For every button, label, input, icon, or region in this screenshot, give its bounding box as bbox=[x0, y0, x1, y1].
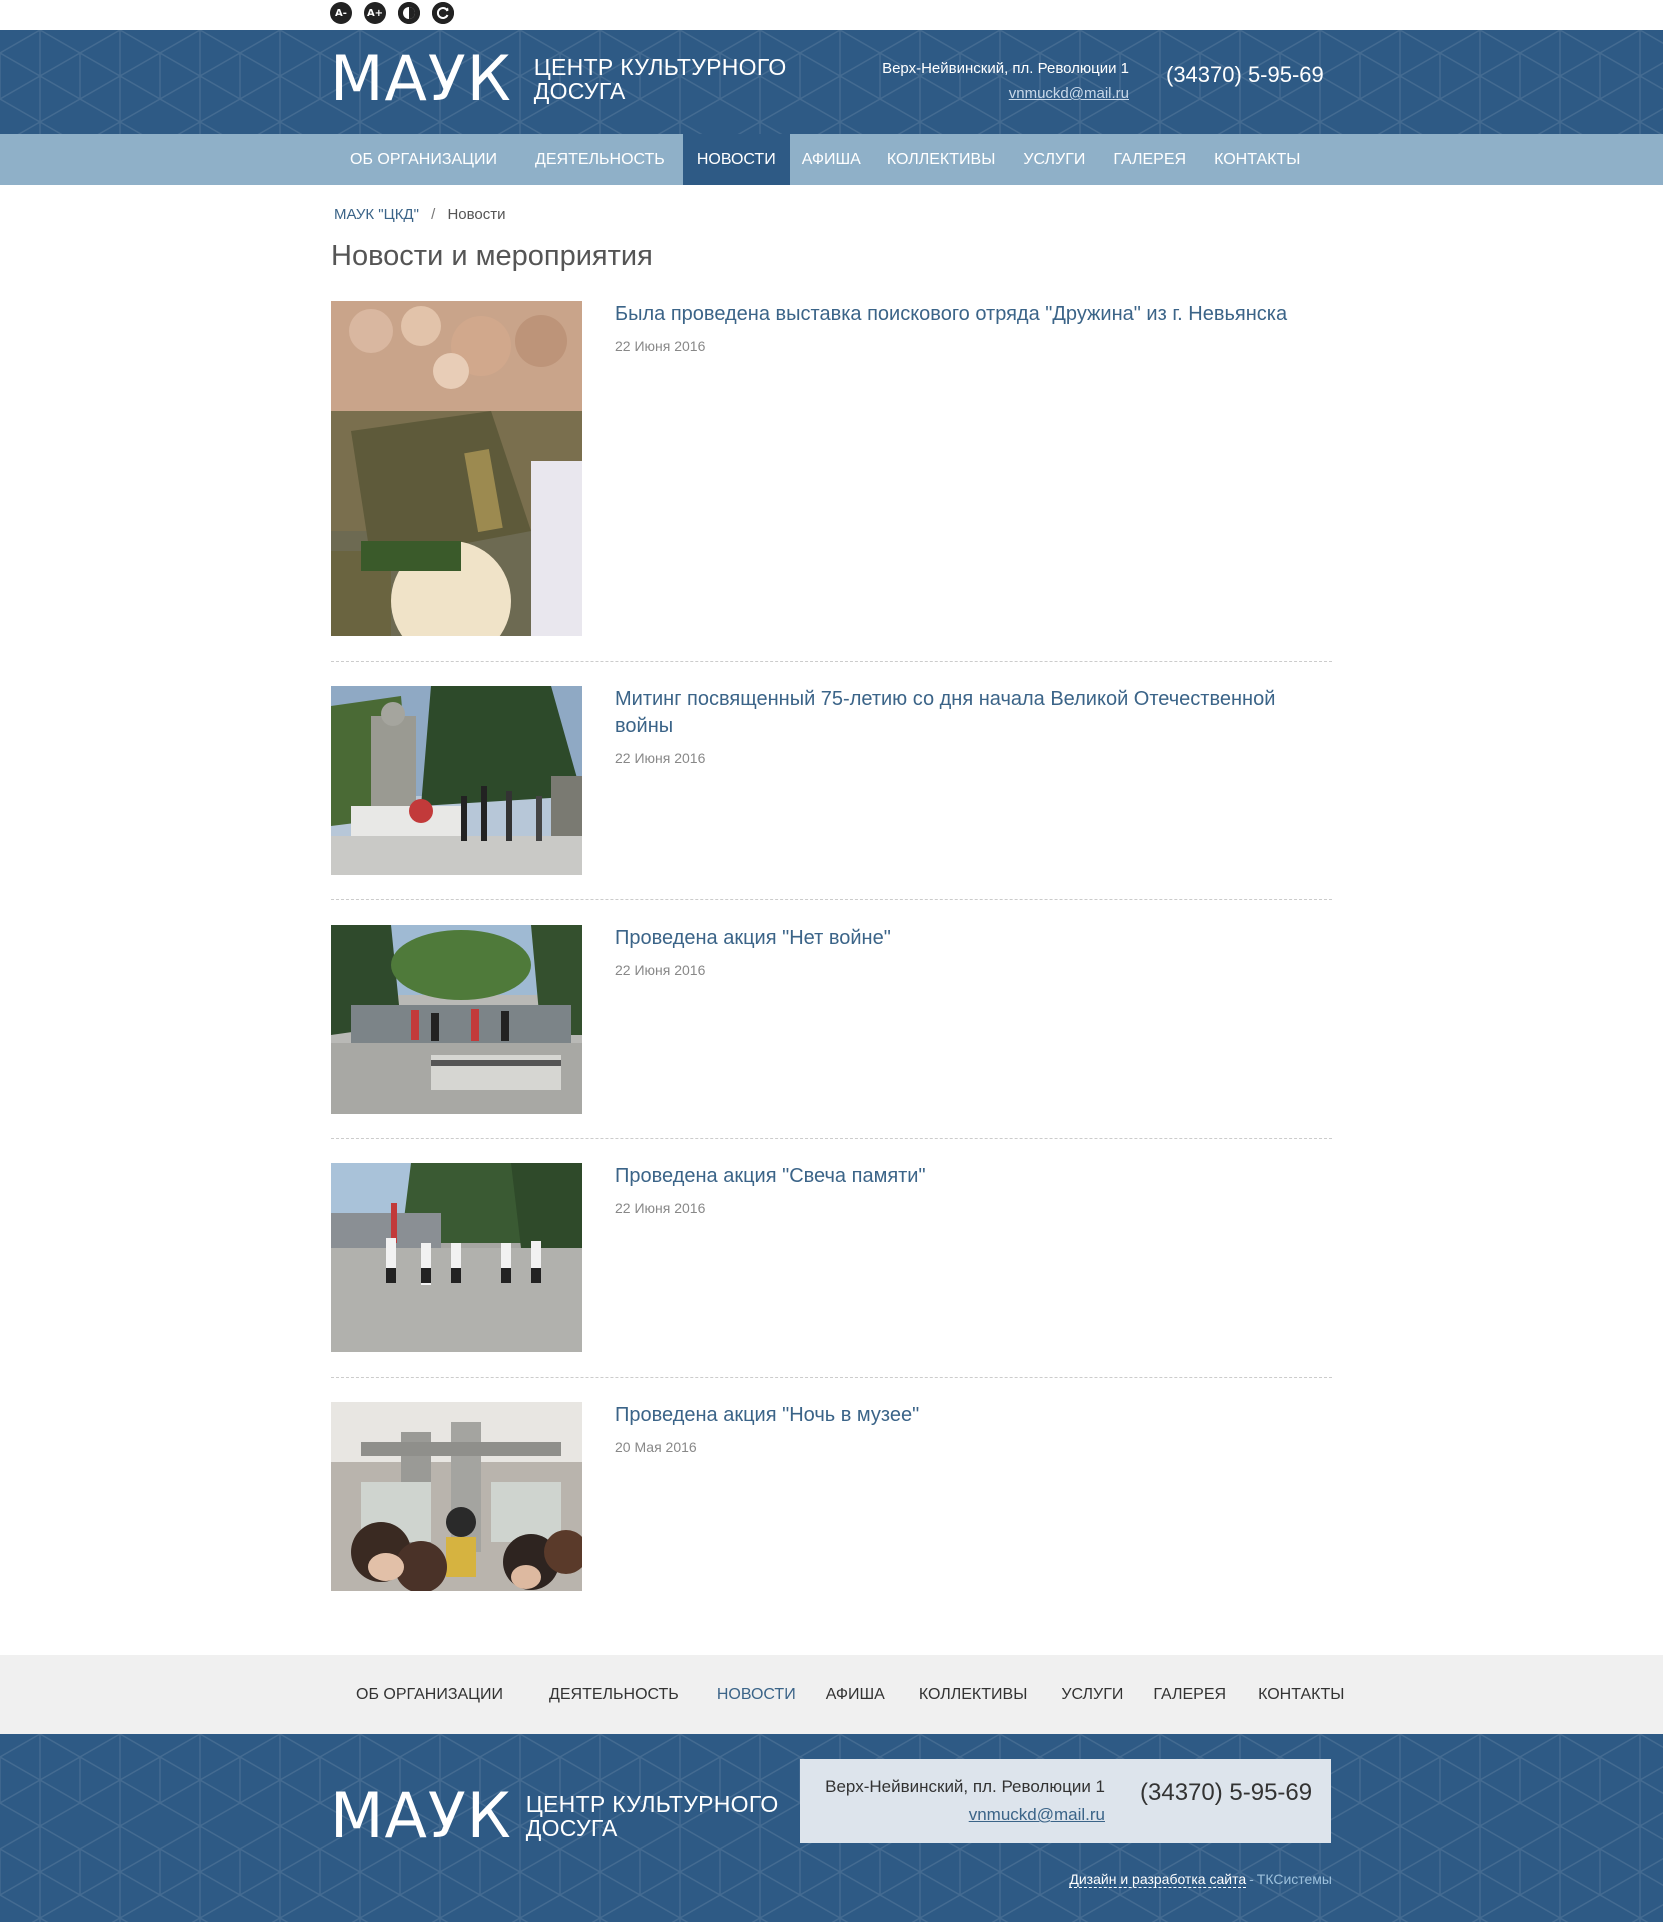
header-phone: (34370) 5-95-69 bbox=[1166, 62, 1324, 87]
main-nav-items: ОБ ОРГАНИЗАЦИИ ДЕЯТЕЛЬНОСТЬ НОВОСТИ АФИШ… bbox=[330, 134, 1314, 185]
news-text: Проведена акция "Нет войне" 22 Июня 2016 bbox=[615, 925, 1335, 978]
credits-separator: - bbox=[1249, 1871, 1254, 1887]
news-title-link[interactable]: Была проведена выставка поискового отряд… bbox=[615, 301, 1335, 328]
accessibility-bar: A- A+ bbox=[0, 0, 1663, 30]
header-address: Верх-Нейвинский, пл. Революции 1 bbox=[882, 60, 1129, 77]
footer-contact-box: Верх-Нейвинский, пл. Революции 1 vnmuckd… bbox=[800, 1759, 1331, 1843]
news-thumbnail[interactable] bbox=[331, 686, 582, 875]
news-divider bbox=[331, 661, 1332, 662]
nav-item-contacts[interactable]: КОНТАКТЫ bbox=[1200, 134, 1314, 185]
footer-nav-item-contacts[interactable]: КОНТАКТЫ bbox=[1242, 1686, 1360, 1704]
main-nav: ОБ ОРГАНИЗАЦИИ ДЕЯТЕЛЬНОСТЬ НОВОСТИ АФИШ… bbox=[0, 134, 1663, 185]
news-item: Была проведена выставка поискового отряд… bbox=[331, 301, 1332, 636]
breadcrumb-separator: / bbox=[431, 206, 436, 223]
footer-credits: Дизайн и разработка сайта - ТКСистемы bbox=[1069, 1871, 1332, 1888]
breadcrumb: МАУК "ЦКД" / Новости bbox=[334, 206, 506, 223]
credits-company-link[interactable]: ТКСистемы bbox=[1257, 1871, 1332, 1887]
news-text: Митинг посвященный 75-летию со дня начал… bbox=[615, 686, 1335, 766]
header-pattern bbox=[0, 30, 1663, 134]
nav-item-collectives[interactable]: КОЛЛЕКТИВЫ bbox=[873, 134, 1010, 185]
site-header: МАУК ЦЕНТР КУЛЬТУРНОГО ДОСУГА Верх-Нейви… bbox=[0, 30, 1663, 134]
news-date: 22 Июня 2016 bbox=[615, 750, 706, 766]
footer-logo-subtitle-line1: ЦЕНТР КУЛЬТУРНОГО bbox=[525, 1791, 779, 1817]
contrast-icon[interactable] bbox=[398, 2, 420, 24]
footer-nav-item-afisha[interactable]: АФИША bbox=[810, 1686, 901, 1704]
logo-text: МАУК bbox=[330, 42, 512, 115]
news-item: Проведена акция "Нет войне" 22 Июня 2016 bbox=[331, 925, 1332, 1114]
news-divider bbox=[331, 1138, 1332, 1139]
footer-address: Верх-Нейвинский, пл. Революции 1 bbox=[825, 1777, 1105, 1796]
footer-logo-subtitle: ЦЕНТР КУЛЬТУРНОГО ДОСУГА bbox=[526, 1792, 779, 1840]
footer-nav-items: ОБ ОРГАНИЗАЦИИ ДЕЯТЕЛЬНОСТЬ НОВОСТИ АФИШ… bbox=[336, 1655, 1360, 1734]
nav-item-about[interactable]: ОБ ОРГАНИЗАЦИИ bbox=[330, 134, 517, 185]
news-thumbnail[interactable] bbox=[331, 1402, 582, 1591]
news-divider bbox=[331, 899, 1332, 900]
footer-nav-item-news[interactable]: НОВОСТИ bbox=[699, 1686, 810, 1704]
news-text: Проведена акция "Свеча памяти" 22 Июня 2… bbox=[615, 1163, 1335, 1216]
news-date: 20 Мая 2016 bbox=[615, 1439, 697, 1455]
news-thumbnail[interactable] bbox=[331, 1163, 582, 1352]
footer-nav-item-activity[interactable]: ДЕЯТЕЛЬНОСТЬ bbox=[523, 1686, 699, 1704]
footer-logo[interactable]: МАУК ЦЕНТР КУЛЬТУРНОГО ДОСУГА bbox=[330, 1785, 779, 1847]
footer-nav: ОБ ОРГАНИЗАЦИИ ДЕЯТЕЛЬНОСТЬ НОВОСТИ АФИШ… bbox=[0, 1655, 1663, 1734]
news-date: 22 Июня 2016 bbox=[615, 338, 706, 354]
logo-subtitle-line2: ДОСУГА bbox=[533, 78, 626, 104]
logo-subtitle: ЦЕНТР КУЛЬТУРНОГО ДОСУГА bbox=[534, 55, 787, 103]
nav-item-afisha[interactable]: АФИША bbox=[790, 134, 873, 185]
news-thumbnail[interactable] bbox=[331, 301, 582, 636]
nav-item-services[interactable]: УСЛУГИ bbox=[1009, 134, 1099, 185]
font-decrease-button[interactable]: A- bbox=[330, 2, 352, 24]
news-date: 22 Июня 2016 bbox=[615, 1200, 706, 1216]
logo-subtitle-line1: ЦЕНТР КУЛЬТУРНОГО bbox=[533, 54, 787, 80]
page-title: Новости и мероприятия bbox=[331, 240, 653, 272]
site-footer: МАУК ЦЕНТР КУЛЬТУРНОГО ДОСУГА Верх-Нейви… bbox=[0, 1734, 1663, 1922]
footer-phone: (34370) 5-95-69 bbox=[1140, 1779, 1313, 1806]
news-title-link[interactable]: Проведена акция "Нет войне" bbox=[615, 925, 1335, 952]
nav-item-news[interactable]: НОВОСТИ bbox=[682, 134, 790, 185]
footer-email-link[interactable]: vnmuckd@mail.ru bbox=[969, 1805, 1105, 1825]
footer-nav-item-services[interactable]: УСЛУГИ bbox=[1045, 1686, 1137, 1704]
accessibility-controls: A- A+ bbox=[330, 2, 454, 24]
news-item: Проведена акция "Свеча памяти" 22 Июня 2… bbox=[331, 1163, 1332, 1352]
header-email-link[interactable]: vnmuckd@mail.ru bbox=[1009, 85, 1129, 102]
footer-nav-item-gallery[interactable]: ГАЛЕРЕЯ bbox=[1137, 1686, 1242, 1704]
news-title-link[interactable]: Митинг посвященный 75-летию со дня начал… bbox=[615, 686, 1335, 740]
news-date: 22 Июня 2016 bbox=[615, 962, 706, 978]
news-title-link[interactable]: Проведена акция "Ночь в музее" bbox=[615, 1402, 1335, 1429]
credits-design-link[interactable]: Дизайн и разработка сайта bbox=[1069, 1871, 1247, 1888]
news-thumbnail[interactable] bbox=[331, 925, 582, 1114]
news-item: Проведена акция "Ночь в музее" 20 Мая 20… bbox=[331, 1402, 1332, 1591]
site-logo[interactable]: МАУК ЦЕНТР КУЛЬТУРНОГО ДОСУГА bbox=[330, 48, 787, 110]
news-title-link[interactable]: Проведена акция "Свеча памяти" bbox=[615, 1163, 1335, 1190]
footer-nav-item-about[interactable]: ОБ ОРГАНИЗАЦИИ bbox=[336, 1686, 523, 1704]
nav-item-activity[interactable]: ДЕЯТЕЛЬНОСТЬ bbox=[517, 134, 683, 185]
news-item: Митинг посвященный 75-летию со дня начал… bbox=[331, 686, 1332, 875]
footer-nav-item-collectives[interactable]: КОЛЛЕКТИВЫ bbox=[901, 1686, 1046, 1704]
nav-item-gallery[interactable]: ГАЛЕРЕЯ bbox=[1099, 134, 1200, 185]
header-contact: Верх-Нейвинский, пл. Революции 1 vnmuckd… bbox=[882, 60, 1129, 102]
footer-logo-subtitle-line2: ДОСУГА bbox=[525, 1815, 618, 1841]
breadcrumb-home-link[interactable]: МАУК "ЦКД" bbox=[334, 206, 419, 223]
reset-icon[interactable] bbox=[432, 2, 454, 24]
news-text: Была проведена выставка поискового отряд… bbox=[615, 301, 1335, 354]
news-text: Проведена акция "Ночь в музее" 20 Мая 20… bbox=[615, 1402, 1335, 1455]
footer-logo-text: МАУК bbox=[330, 1779, 512, 1852]
breadcrumb-current: Новости bbox=[447, 206, 506, 223]
font-increase-button[interactable]: A+ bbox=[364, 2, 386, 24]
news-divider bbox=[331, 1377, 1332, 1378]
